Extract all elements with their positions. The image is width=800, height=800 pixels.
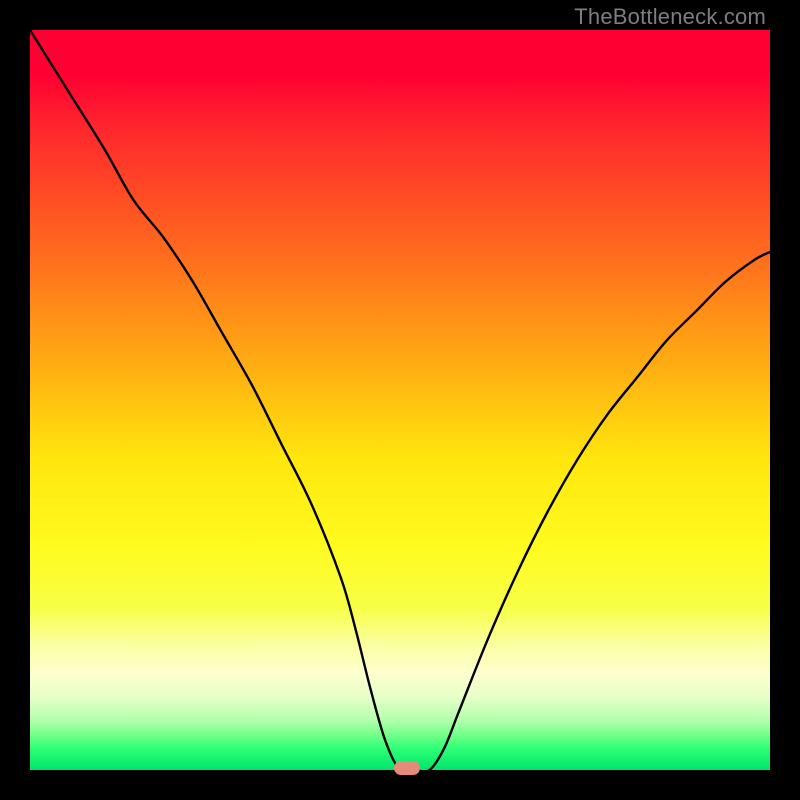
- bottleneck-curve: [30, 30, 770, 770]
- plot-area: [30, 30, 770, 770]
- watermark-text: TheBottleneck.com: [574, 4, 766, 30]
- optimal-marker: [394, 761, 420, 775]
- chart-frame: TheBottleneck.com: [0, 0, 800, 800]
